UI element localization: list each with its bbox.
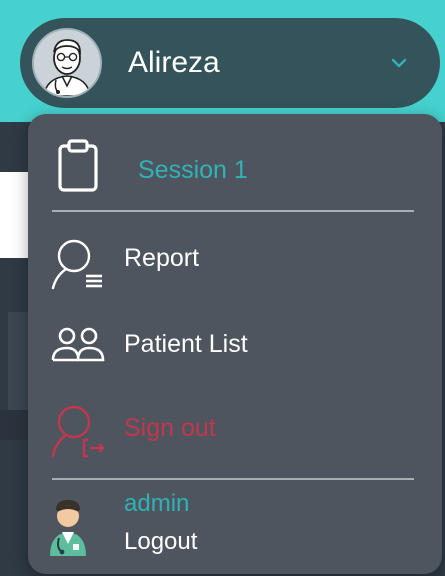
report-icon — [51, 239, 102, 290]
menu-item-label: Report — [124, 244, 200, 272]
menu-item-patient-list[interactable]: Patient List — [28, 320, 442, 376]
sign-out-icon — [51, 405, 105, 458]
menu-item-label: Sign out — [124, 414, 216, 442]
doctor-avatar-icon — [34, 30, 100, 96]
doctor-icon — [50, 500, 86, 556]
account-role: admin — [124, 490, 190, 517]
background-panel — [0, 172, 30, 258]
user-menu-toggle[interactable]: Alireza — [20, 18, 440, 108]
menu-item-session[interactable]: Session 1 — [28, 134, 442, 218]
patients-icon — [51, 327, 105, 362]
chevron-down-icon[interactable] — [388, 52, 410, 74]
avatar — [32, 28, 102, 98]
logout-button[interactable]: Logout — [124, 528, 197, 556]
menu-item-sign-out[interactable]: Sign out — [28, 404, 442, 460]
menu-item-label: Patient List — [124, 330, 248, 358]
menu-item-report[interactable]: Report — [28, 234, 442, 294]
user-name: Alireza — [128, 46, 220, 79]
account-section: admin Logout — [28, 486, 442, 568]
clipboard-icon — [58, 139, 98, 192]
background-strip — [0, 410, 30, 440]
menu-divider — [52, 210, 414, 212]
menu-divider — [52, 478, 414, 480]
background-panel-gray — [8, 312, 30, 410]
menu-item-label: Session 1 — [138, 156, 248, 184]
user-dropdown-menu: Session 1 Report Patient List Sign out a… — [28, 114, 442, 574]
